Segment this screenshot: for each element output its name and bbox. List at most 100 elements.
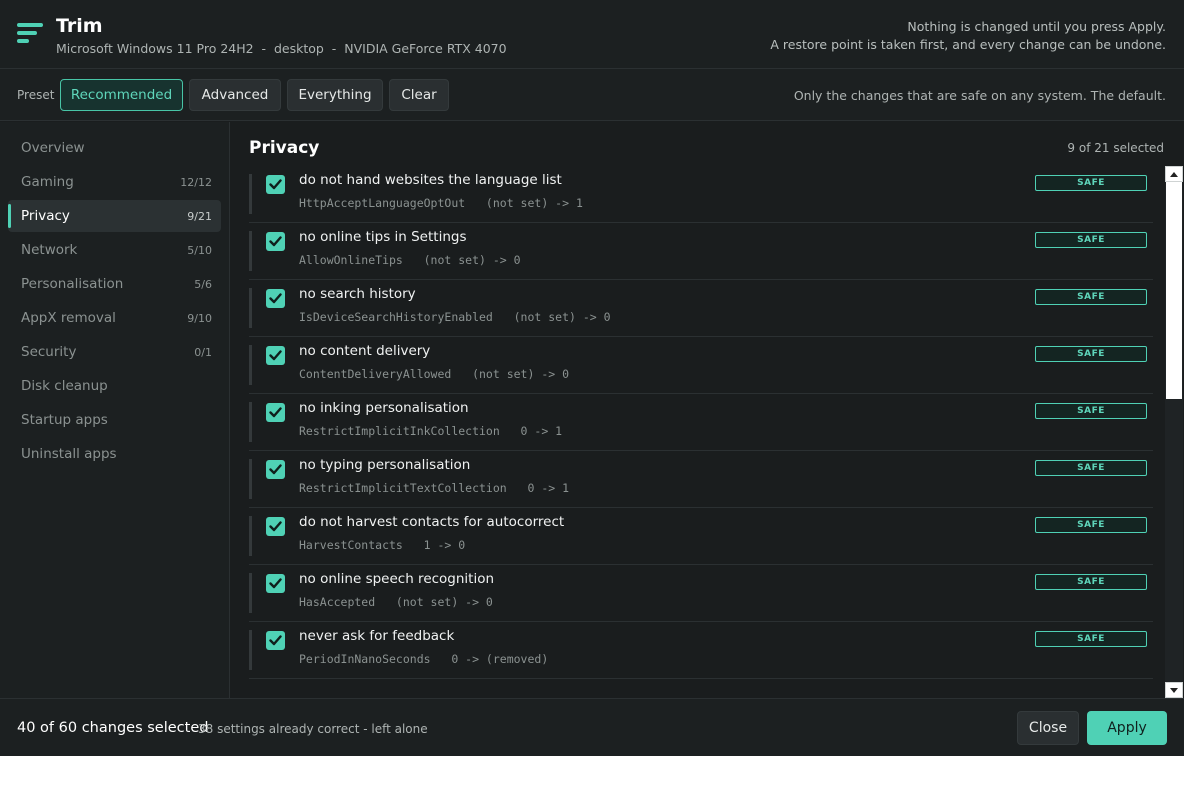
- preset-description: Only the changes that are safe on any sy…: [793, 88, 1166, 103]
- tweak-list: do not hand websites the language list H…: [249, 166, 1153, 698]
- tweak-row[interactable]: never ask for feedback PeriodInNanoSecon…: [249, 622, 1153, 679]
- app-title: Trim: [56, 15, 103, 37]
- preset-everything-button[interactable]: Everything: [287, 79, 383, 111]
- sidebar-item-label: AppX removal: [21, 310, 116, 326]
- sidebar-item-label: Startup apps: [21, 412, 108, 428]
- sidebar-item-label: Personalisation: [21, 276, 124, 292]
- section-selected-count: 9 of 21 selected: [1067, 141, 1164, 155]
- scroll-down-arrow-icon[interactable]: [1165, 682, 1183, 698]
- sidebar-item-count: 9/10: [187, 312, 212, 325]
- changes-summary: 40 of 60 changes selected: [17, 720, 209, 736]
- scrollbar-thumb[interactable]: [1166, 182, 1182, 399]
- tweak-registry-change: PeriodInNanoSeconds 0 -> (removed): [299, 652, 549, 666]
- tweak-registry-change: RestrictImplicitTextCollection 0 -> 1: [299, 481, 570, 495]
- tweak-title: no inking personalisation: [299, 400, 469, 416]
- hamburger-logo-icon: [17, 23, 43, 47]
- safe-badge: SAFE: [1035, 631, 1147, 647]
- tweak-registry-change: HarvestContacts 1 -> 0: [299, 538, 466, 552]
- tweak-title: no typing personalisation: [299, 457, 471, 473]
- tweak-registry-change: AllowOnlineTips (not set) -> 0: [299, 253, 521, 267]
- notice-line-2: A restore point is taken first, and ever…: [770, 37, 1166, 52]
- sidebar-item-gaming[interactable]: Gaming 12/12: [8, 166, 221, 198]
- sidebar-item-disk-cleanup[interactable]: Disk cleanup: [8, 370, 221, 402]
- preset-label: Preset: [17, 88, 55, 102]
- scroll-up-arrow-icon[interactable]: [1165, 166, 1183, 182]
- sidebar-item-personalisation[interactable]: Personalisation 5/6: [8, 268, 221, 300]
- tweak-title: no content delivery: [299, 343, 431, 359]
- apply-button[interactable]: Apply: [1087, 711, 1167, 745]
- safe-badge: SAFE: [1035, 574, 1147, 590]
- sidebar-item-network[interactable]: Network 5/10: [8, 234, 221, 266]
- sidebar-item-privacy[interactable]: Privacy 9/21: [8, 200, 221, 232]
- safe-badge: SAFE: [1035, 289, 1147, 305]
- tweak-row[interactable]: no online speech recognition HasAccepted…: [249, 565, 1153, 622]
- sidebar-item-count: 12/12: [180, 176, 212, 189]
- checkbox[interactable]: [266, 232, 285, 251]
- close-button[interactable]: Close: [1017, 711, 1079, 745]
- notice-line-1: Nothing is changed until you press Apply…: [907, 19, 1166, 34]
- sidebar: Overview Gaming 12/12 Privacy 9/21 Netwo…: [0, 122, 230, 698]
- preset-advanced-button[interactable]: Advanced: [189, 79, 281, 111]
- tweak-row[interactable]: no typing personalisation RestrictImplic…: [249, 451, 1153, 508]
- main-panel: Privacy 9 of 21 selected do not hand web…: [231, 122, 1184, 698]
- tweak-row[interactable]: no search history IsDeviceSearchHistoryE…: [249, 280, 1153, 337]
- safe-badge: SAFE: [1035, 460, 1147, 476]
- notice: Nothing is changed until you press Apply…: [770, 18, 1166, 54]
- tweak-registry-change: RestrictImplicitInkCollection 0 -> 1: [299, 424, 563, 438]
- sidebar-item-appx-removal[interactable]: AppX removal 9/10: [8, 302, 221, 334]
- checkbox[interactable]: [266, 574, 285, 593]
- sidebar-item-overview[interactable]: Overview: [8, 132, 221, 164]
- sidebar-item-label: Uninstall apps: [21, 446, 117, 462]
- tweak-row[interactable]: do not harvest contacts for autocorrect …: [249, 508, 1153, 565]
- checkbox[interactable]: [266, 346, 285, 365]
- tweak-title: do not hand websites the language list: [299, 172, 562, 188]
- scrollbar[interactable]: [1165, 166, 1183, 698]
- tweak-title: never ask for feedback: [299, 628, 455, 644]
- sidebar-item-startup-apps[interactable]: Startup apps: [8, 404, 221, 436]
- sidebar-item-count: 5/6: [194, 278, 212, 291]
- tweak-row[interactable]: no online tips in Settings AllowOnlineTi…: [249, 223, 1153, 280]
- sidebar-item-label: Security: [21, 344, 77, 360]
- sidebar-item-label: Privacy: [21, 208, 70, 224]
- tweak-title: no search history: [299, 286, 416, 302]
- tweak-registry-change: ContentDeliveryAllowed (not set) -> 0: [299, 367, 570, 381]
- sidebar-item-label: Disk cleanup: [21, 378, 108, 394]
- header: Trim Microsoft Windows 11 Pro 24H2 - des…: [0, 0, 1184, 69]
- section-title: Privacy: [249, 138, 320, 158]
- tweak-title: no online tips in Settings: [299, 229, 467, 245]
- already-correct-note: 38 settings already correct - left alone: [198, 722, 428, 736]
- tweak-row[interactable]: no content delivery ContentDeliveryAllow…: [249, 337, 1153, 394]
- checkbox[interactable]: [266, 289, 285, 308]
- tweak-registry-change: IsDeviceSearchHistoryEnabled (not set) -…: [299, 310, 611, 324]
- safe-badge: SAFE: [1035, 346, 1147, 362]
- tweak-row[interactable]: do not hand websites the language list H…: [249, 166, 1153, 223]
- safe-badge: SAFE: [1035, 517, 1147, 533]
- checkbox[interactable]: [266, 403, 285, 422]
- checkbox[interactable]: [266, 460, 285, 479]
- preset-clear-button[interactable]: Clear: [389, 79, 449, 111]
- tweak-title: do not harvest contacts for autocorrect: [299, 514, 565, 530]
- sidebar-item-label: Gaming: [21, 174, 74, 190]
- checkbox[interactable]: [266, 631, 285, 650]
- sidebar-item-count: 9/21: [187, 210, 212, 223]
- tweak-registry-change: HasAccepted (not set) -> 0: [299, 595, 493, 609]
- checkbox[interactable]: [266, 175, 285, 194]
- safe-badge: SAFE: [1035, 232, 1147, 248]
- system-info: Microsoft Windows 11 Pro 24H2 - desktop …: [56, 41, 507, 56]
- sidebar-item-label: Network: [21, 242, 78, 258]
- tweak-row[interactable]: no inking personalisation RestrictImplic…: [249, 394, 1153, 451]
- checkbox[interactable]: [266, 517, 285, 536]
- safe-badge: SAFE: [1035, 403, 1147, 419]
- safe-badge: SAFE: [1035, 175, 1147, 191]
- footer: 40 of 60 changes selected 38 settings al…: [0, 698, 1184, 756]
- sidebar-item-security[interactable]: Security 0/1: [8, 336, 221, 368]
- app-window: Trim Microsoft Windows 11 Pro 24H2 - des…: [0, 0, 1184, 756]
- sidebar-item-count: 0/1: [194, 346, 212, 359]
- tweak-title: no online speech recognition: [299, 571, 495, 587]
- preset-recommended-button[interactable]: Recommended: [60, 79, 183, 111]
- preset-bar: Preset Recommended Advanced Everything C…: [0, 69, 1184, 121]
- sidebar-item-uninstall-apps[interactable]: Uninstall apps: [8, 438, 221, 470]
- sidebar-item-count: 5/10: [187, 244, 212, 257]
- tweak-registry-change: HttpAcceptLanguageOptOut (not set) -> 1: [299, 196, 583, 210]
- sidebar-item-label: Overview: [21, 140, 85, 156]
